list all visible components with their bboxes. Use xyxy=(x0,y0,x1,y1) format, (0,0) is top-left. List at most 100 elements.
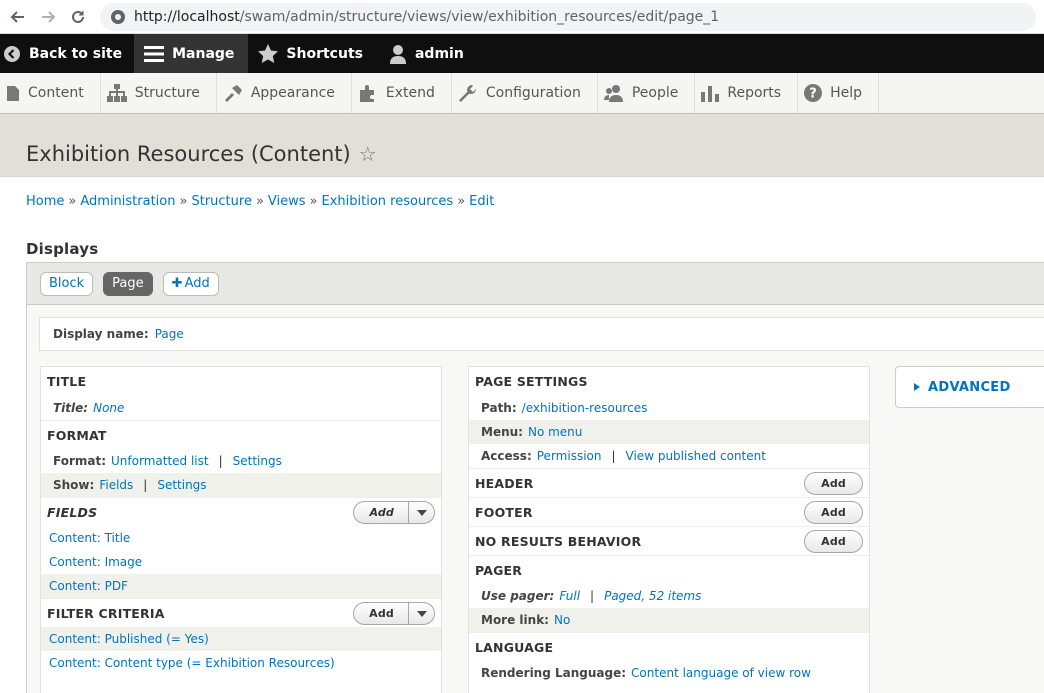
breadcrumb-exhibition-resources[interactable]: Exhibition resources xyxy=(322,194,454,209)
page-title: Exhibition Resources (Content) ☆ xyxy=(26,142,1018,166)
tab-page[interactable]: Page xyxy=(103,271,153,296)
breadcrumb-structure[interactable]: Structure xyxy=(191,194,251,209)
back-circle-icon xyxy=(4,45,20,62)
breadcrumb-separator: » xyxy=(68,194,77,209)
tray-label: Appearance xyxy=(250,85,335,101)
breadcrumb-administration[interactable]: Administration xyxy=(80,194,175,209)
no-results-add-button[interactable]: Add xyxy=(804,530,863,553)
back-to-site-label: Back to site xyxy=(29,45,123,62)
pager-type-link[interactable]: Full xyxy=(559,589,580,603)
breadcrumb-separator: » xyxy=(179,194,188,209)
add-display-label: Add xyxy=(184,276,210,291)
shortcut-star-icon[interactable]: ☆ xyxy=(359,142,377,166)
tray-item-help[interactable]: ? Help xyxy=(798,73,879,113)
filter-link-content-type[interactable]: Content: Content type (= Exhibition Reso… xyxy=(49,656,335,670)
displays-heading: Displays xyxy=(26,240,99,258)
more-link-value[interactable]: No xyxy=(554,613,570,627)
filter-header-label: FILTER CRITERIA xyxy=(47,605,165,621)
path-label: Path: xyxy=(481,401,517,415)
add-display-button[interactable]: ✚ Add xyxy=(162,271,219,296)
footer-label: FOOTER xyxy=(475,504,533,520)
people-icon xyxy=(603,85,623,102)
star-icon xyxy=(258,44,279,63)
header-add-button[interactable]: Add xyxy=(804,472,863,495)
fields-dropdown-toggle[interactable] xyxy=(408,502,434,523)
breadcrumb-home[interactable]: Home xyxy=(26,194,64,209)
pager-items-link[interactable]: Paged, 52 items xyxy=(604,589,701,603)
url-host: http://localhost xyxy=(134,8,240,25)
shortcuts-label: Shortcuts xyxy=(286,45,363,62)
user-tab[interactable]: admin xyxy=(375,34,476,73)
path-link[interactable]: /exhibition-resources xyxy=(522,401,648,415)
access-permission-link[interactable]: View published content xyxy=(626,449,766,463)
menu-row: Menu: No menu xyxy=(469,420,869,444)
back-to-site-link[interactable]: Back to site xyxy=(0,34,134,73)
shortcuts-tab[interactable]: Shortcuts xyxy=(248,34,375,73)
fields-add-button[interactable]: Add xyxy=(353,501,435,524)
reports-icon xyxy=(701,86,720,102)
title-row: Title: None xyxy=(41,396,441,420)
display-name-row: Display name: Page xyxy=(39,317,1044,351)
filter-add-button[interactable]: Add xyxy=(353,602,435,625)
fields-header-label: FIELDS xyxy=(47,504,98,520)
tray-item-structure[interactable]: Structure xyxy=(101,73,217,113)
manage-tab[interactable]: Manage xyxy=(134,34,249,73)
rendering-language-link[interactable]: Content language of view row xyxy=(631,666,811,680)
header-label: HEADER xyxy=(475,475,534,491)
field-link-image[interactable]: Content: Image xyxy=(49,555,142,569)
tab-block[interactable]: Block xyxy=(40,271,94,296)
tray-item-content[interactable]: Content xyxy=(0,73,101,113)
display-name-link[interactable]: Page xyxy=(155,327,184,341)
tray-label: Help xyxy=(830,85,862,101)
filter-add-label[interactable]: Add xyxy=(354,603,408,624)
url-path: /swam/admin/structure/views/view/exhibit… xyxy=(239,8,720,25)
title-value-link[interactable]: None xyxy=(93,401,124,415)
footer-add-label: Add xyxy=(821,506,846,519)
show-row: Show: Fields | Settings xyxy=(41,473,441,497)
tray-item-people[interactable]: People xyxy=(598,73,696,113)
filter-link-published[interactable]: Content: Published (= Yes) xyxy=(49,632,209,646)
site-info-icon[interactable] xyxy=(110,9,126,25)
show-settings-link[interactable]: Settings xyxy=(157,478,206,492)
use-pager-label: Use pager: xyxy=(481,589,555,603)
structure-icon xyxy=(106,84,127,102)
title-label: Title: xyxy=(53,401,89,415)
tray-item-reports[interactable]: Reports xyxy=(695,73,799,113)
footer-section-header: FOOTER Add xyxy=(469,497,869,526)
fields-section-header: FIELDS Add xyxy=(41,497,441,526)
footer-add-button[interactable]: Add xyxy=(804,501,863,524)
field-link-title[interactable]: Content: Title xyxy=(49,531,130,545)
plus-icon: ✚ xyxy=(171,276,183,291)
access-label: Access: xyxy=(481,449,532,463)
reload-icon[interactable] xyxy=(66,5,90,29)
format-value-link[interactable]: Unformatted list xyxy=(111,454,209,468)
more-link-label: More link: xyxy=(481,613,549,627)
breadcrumb-views[interactable]: Views xyxy=(268,194,306,209)
format-section-header: FORMAT xyxy=(41,420,441,449)
menu-link[interactable]: No menu xyxy=(528,425,582,439)
tray-item-appearance[interactable]: Appearance xyxy=(217,73,352,113)
breadcrumb-separator: » xyxy=(457,194,466,209)
filter-section-header: FILTER CRITERIA Add xyxy=(41,598,441,627)
display-name-label: Display name: xyxy=(53,327,149,341)
tray-item-extend[interactable]: Extend xyxy=(352,73,452,113)
forward-arrow-icon[interactable] xyxy=(36,5,60,29)
chevron-down-icon xyxy=(416,610,427,617)
rendering-language-row: Rendering Language: Content language of … xyxy=(469,661,869,685)
filter-dropdown-toggle[interactable] xyxy=(408,603,434,624)
show-value-link[interactable]: Fields xyxy=(99,478,133,492)
access-type-link[interactable]: Permission xyxy=(537,449,602,463)
format-settings-link[interactable]: Settings xyxy=(233,454,282,468)
back-arrow-icon[interactable] xyxy=(6,5,30,29)
tray-item-configuration[interactable]: Configuration xyxy=(452,73,598,113)
field-link-pdf[interactable]: Content: PDF xyxy=(49,579,128,593)
address-bar[interactable]: http://localhost/swam/admin/structure/vi… xyxy=(100,2,1036,31)
filter-item: Content: Content type (= Exhibition Reso… xyxy=(41,651,441,675)
fields-add-label[interactable]: Add xyxy=(354,502,408,523)
wrench-icon xyxy=(458,85,476,102)
header-section-header: HEADER Add xyxy=(469,468,869,497)
advanced-toggle[interactable]: ADVANCED xyxy=(895,366,1044,408)
language-section-header: LANGUAGE xyxy=(469,632,869,661)
breadcrumb-edit[interactable]: Edit xyxy=(469,194,494,209)
displays-tabs: Block Page ✚ Add xyxy=(26,262,1044,305)
